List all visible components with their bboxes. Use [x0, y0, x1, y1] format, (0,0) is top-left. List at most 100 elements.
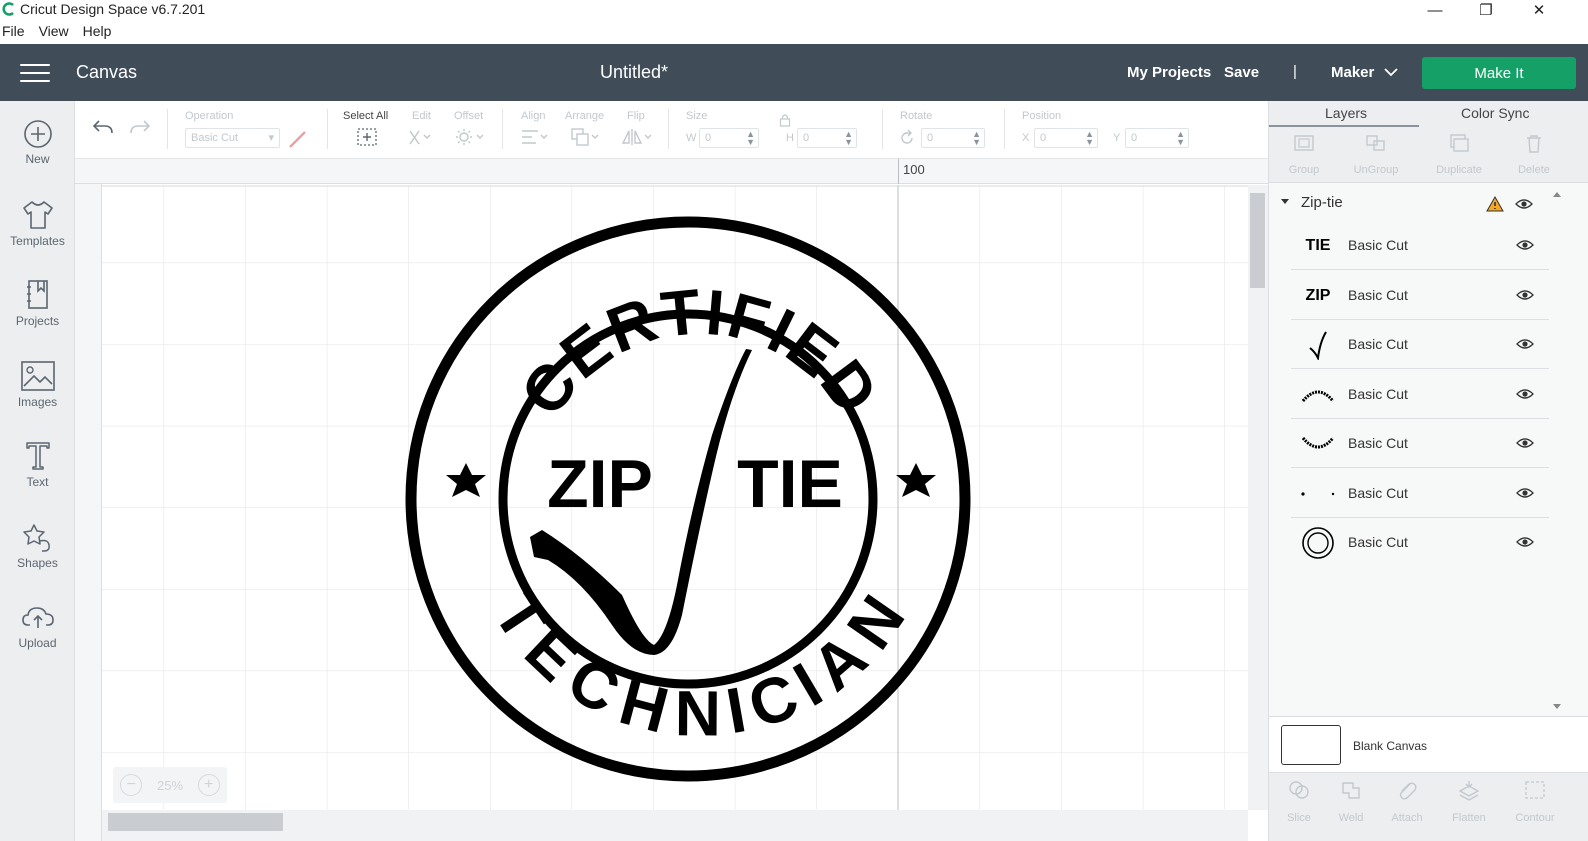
delete-button[interactable]: Delete: [1499, 133, 1569, 176]
arrange-icon[interactable]: [570, 127, 602, 147]
layer-thumbnail: [1299, 380, 1337, 410]
zoom-out-button[interactable]: −: [120, 774, 143, 796]
layer-row-checkmark[interactable]: Basic Cut: [1291, 320, 1549, 369]
layer-thumbnail: TIE: [1299, 231, 1337, 261]
my-projects-link[interactable]: My Projects: [1127, 64, 1211, 81]
lock-icon[interactable]: [779, 113, 791, 127]
flip-icon[interactable]: [620, 127, 654, 147]
canvas-horizontal-scrollbar[interactable]: [102, 810, 1248, 841]
minimize-button[interactable]: —: [1412, 0, 1458, 20]
warning-icon[interactable]: [1486, 196, 1504, 212]
align-icon[interactable]: [518, 127, 550, 147]
make-it-button[interactable]: Make It: [1422, 57, 1576, 89]
tab-layers[interactable]: Layers: [1325, 105, 1367, 121]
offset-icon[interactable]: [454, 127, 486, 147]
stepper-icon: ▲ ▼: [972, 129, 981, 147]
sidebar-item-upload[interactable]: Upload: [0, 601, 75, 650]
attach-button[interactable]: Attach: [1377, 779, 1437, 824]
toolbar-divider: [668, 109, 669, 149]
close-button[interactable]: ✕: [1516, 0, 1562, 20]
eye-icon[interactable]: [1516, 487, 1534, 499]
stepper-icon: ▲ ▼: [1085, 129, 1094, 147]
eye-icon[interactable]: [1516, 536, 1534, 548]
group-label: Group: [1288, 164, 1320, 176]
group-button[interactable]: Group: [1269, 133, 1339, 176]
layer-row-certified[interactable]: Basic Cut: [1291, 370, 1549, 419]
duplicate-icon: [1450, 134, 1469, 152]
sidebar-item-images[interactable]: Images: [0, 360, 75, 409]
left-star-icon: [446, 463, 486, 497]
design-canvas[interactable]: CERTIFIED TECHNICIAN ZIP TIE − 25% +: [102, 185, 1248, 810]
machine-select[interactable]: Maker: [1331, 64, 1398, 81]
sidebar-item-projects[interactable]: Projects: [0, 279, 75, 328]
layer-row-stars[interactable]: Basic Cut: [1291, 469, 1549, 518]
rotate-icon: [901, 129, 913, 144]
canvas-color-swatch[interactable]: [1281, 725, 1341, 765]
blank-canvas-row[interactable]: Blank Canvas: [1269, 716, 1588, 772]
undo-icon[interactable]: [91, 118, 115, 136]
technician-arc-thumb-icon: [1301, 437, 1335, 449]
sidebar-item-templates[interactable]: Templates: [0, 199, 75, 248]
menu-view[interactable]: View: [37, 21, 75, 43]
zip-tie-design[interactable]: CERTIFIED TECHNICIAN ZIP TIE: [102, 185, 1248, 810]
tab-color-sync[interactable]: Color Sync: [1461, 105, 1529, 121]
rotate-input[interactable]: 0 ▲ ▼: [921, 128, 985, 148]
flip-label: Flip: [627, 110, 645, 122]
flatten-button[interactable]: Flatten: [1439, 779, 1499, 824]
layer-operation: Basic Cut: [1348, 287, 1408, 303]
select-all-icon[interactable]: [356, 127, 378, 147]
panel-scroll-down-icon[interactable]: [1553, 704, 1561, 709]
app-header: Canvas Untitled* My Projects Save | Make…: [0, 44, 1588, 101]
sidebar-item-label: Shapes: [17, 556, 58, 570]
canvas-vertical-scrollbar[interactable]: [1248, 185, 1268, 810]
menu-file[interactable]: File: [0, 21, 31, 43]
layer-row-rings[interactable]: Basic Cut: [1291, 518, 1549, 567]
eye-icon[interactable]: [1516, 388, 1534, 400]
collapse-caret-icon[interactable]: [1281, 199, 1289, 204]
layer-row-technician[interactable]: Basic Cut: [1291, 419, 1549, 468]
eye-icon[interactable]: [1516, 338, 1534, 350]
text-icon: [25, 442, 50, 470]
pos-y-input[interactable]: 0 ▲ ▼: [1125, 128, 1189, 148]
sidebar-item-new[interactable]: New: [0, 119, 75, 166]
maximize-button[interactable]: ❐: [1463, 0, 1509, 20]
slice-button[interactable]: Slice: [1269, 779, 1329, 824]
menu-help[interactable]: Help: [81, 21, 118, 43]
image-icon: [20, 361, 55, 391]
weld-icon: [1342, 782, 1360, 799]
ungroup-button[interactable]: UnGroup: [1341, 133, 1411, 176]
panel-tabs: Layers Color Sync: [1269, 101, 1588, 127]
layer-row-zip[interactable]: ZIP Basic Cut: [1291, 271, 1549, 320]
sidebar-item-shapes[interactable]: Shapes: [0, 521, 75, 570]
layer-group-row[interactable]: Zip-tie: [1269, 190, 1559, 216]
sidebar-item-label: Templates: [10, 234, 65, 248]
app-window: Cricut Design Space v6.7.201 — ❐ ✕ File …: [0, 0, 1588, 841]
weld-button[interactable]: Weld: [1321, 779, 1381, 824]
pen-color-icon[interactable]: [287, 129, 309, 149]
pos-x-input[interactable]: 0 ▲ ▼: [1034, 128, 1098, 148]
edit-toolbar: Operation Basic Cut ▾ Select All Edit Of…: [75, 101, 1285, 159]
contour-button[interactable]: Contour: [1505, 779, 1565, 824]
size-label: Size: [686, 110, 708, 122]
eye-icon[interactable]: [1515, 198, 1533, 210]
edit-icon[interactable]: [407, 127, 437, 147]
height-input[interactable]: 0 ▲ ▼: [797, 128, 857, 148]
eye-icon[interactable]: [1516, 437, 1534, 449]
duplicate-label: Duplicate: [1436, 164, 1482, 176]
panel-scroll-up-icon[interactable]: [1553, 192, 1561, 197]
sidebar-item-text[interactable]: Text: [0, 440, 75, 489]
scrollbar-thumb[interactable]: [1250, 193, 1265, 288]
save-button[interactable]: Save: [1224, 64, 1259, 81]
width-input[interactable]: 0 ▲ ▼: [699, 128, 759, 148]
tie-text: TIE: [737, 446, 843, 522]
eye-icon[interactable]: [1516, 289, 1534, 301]
redo-icon[interactable]: [128, 118, 152, 136]
eye-icon[interactable]: [1516, 239, 1534, 251]
layer-row-tie[interactable]: TIE Basic Cut: [1291, 221, 1549, 270]
menu-bar: File View Help: [0, 21, 123, 43]
duplicate-button[interactable]: Duplicate: [1424, 133, 1494, 176]
zoom-in-button[interactable]: +: [197, 774, 220, 796]
operation-select[interactable]: Basic Cut ▾: [185, 128, 280, 148]
sidebar-item-label: Projects: [15, 314, 60, 328]
scrollbar-thumb[interactable]: [108, 813, 283, 831]
